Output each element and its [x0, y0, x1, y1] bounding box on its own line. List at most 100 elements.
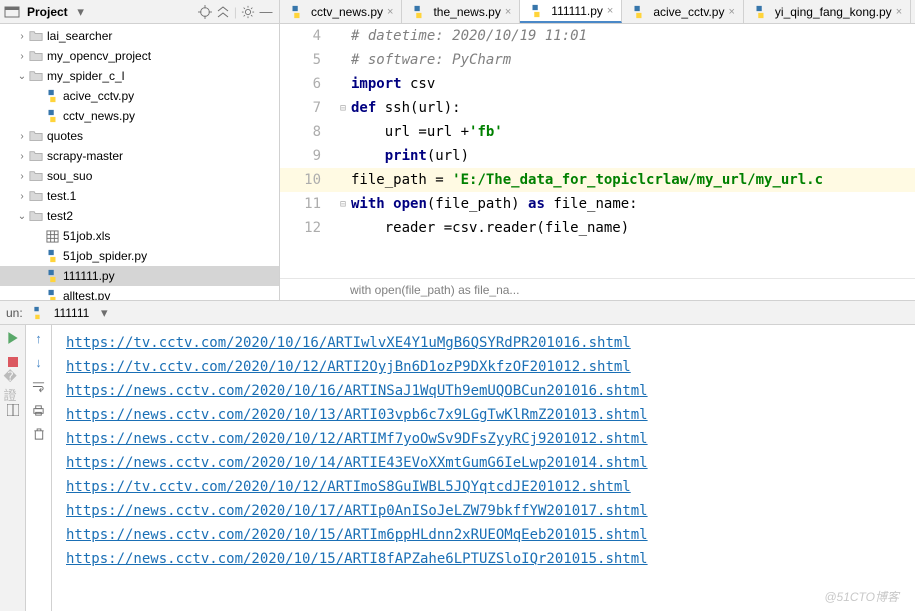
code-line[interactable]: 12 reader =csv.reader(file_name)	[280, 216, 915, 240]
up-icon[interactable]: ↑	[30, 329, 48, 347]
tree-label: my_spider_c_l	[47, 69, 124, 83]
run-label: un:	[6, 306, 23, 320]
tree-item-test-1[interactable]: ›test.1	[0, 186, 279, 206]
code-line[interactable]: 9 print(url)	[280, 144, 915, 168]
code-line[interactable]: 10file_path = 'E:/The_data_for_topiclcrl…	[280, 168, 915, 192]
python-file-icon	[44, 288, 60, 300]
tree-label: scrapy-master	[47, 149, 123, 163]
trash-icon[interactable]	[30, 425, 48, 443]
tree-item-my-opencv-project[interactable]: › my_opencv_project	[0, 46, 279, 66]
expand-arrow[interactable]: ›	[16, 131, 28, 142]
tree-item-my-spider-c-l[interactable]: ⌄ my_spider_c_l	[0, 66, 279, 86]
hide-icon[interactable]: —	[257, 3, 275, 21]
expand-arrow[interactable]: ›	[16, 31, 28, 42]
line-number: 9	[280, 148, 335, 164]
code-text: # software: PyCharm	[351, 52, 511, 68]
rerun-icon[interactable]	[4, 329, 22, 347]
line-number: 5	[280, 52, 335, 68]
expand-arrow[interactable]: ›	[16, 171, 28, 182]
tree-item-alltest-py[interactable]: alltest.py	[0, 286, 279, 300]
tree-label: my_opencv_project	[47, 49, 151, 63]
code-line[interactable]: 8 url =url +'fb'	[280, 120, 915, 144]
python-file-icon	[410, 4, 426, 20]
line-number: 4	[280, 28, 335, 44]
close-icon[interactable]: ×	[896, 6, 902, 18]
soft-wrap-icon[interactable]	[30, 377, 48, 395]
tab-cctv-news-py[interactable]: cctv_news.py ×	[280, 0, 402, 23]
tree-label: sou_suo	[47, 169, 92, 183]
output-link[interactable]: https://tv.cctv.com/2020/10/12/ARTI2OyjB…	[66, 359, 631, 375]
output-link[interactable]: https://news.cctv.com/2020/10/16/ARTINSa…	[66, 383, 648, 399]
fold-mark[interactable]: ⊟	[335, 199, 351, 210]
output-link[interactable]: https://tv.cctv.com/2020/10/12/ARTImoS8G…	[66, 479, 631, 495]
python-file-icon	[752, 4, 768, 20]
tree-item-cctv-news-py[interactable]: cctv_news.py	[0, 106, 279, 126]
console-output[interactable]: https://tv.cctv.com/2020/10/16/ARTIwlvXE…	[52, 325, 915, 611]
expand-arrow[interactable]: ›	[16, 51, 28, 62]
output-link[interactable]: https://news.cctv.com/2020/10/13/ARTI03v…	[66, 407, 648, 423]
restart-icon[interactable]: �證	[4, 377, 22, 395]
code-line[interactable]: 5 # software: PyCharm	[280, 48, 915, 72]
tree-label: quotes	[47, 129, 83, 143]
project-tree-body[interactable]: ›lai_searcher›my_opencv_project⌄my_spide…	[0, 24, 279, 300]
tab-label: the_news.py	[433, 5, 500, 19]
xls-file-icon	[44, 228, 60, 244]
tab-label: cctv_news.py	[311, 5, 383, 19]
tree-item-sou-suo[interactable]: › sou_suo	[0, 166, 279, 186]
expand-arrow[interactable]: ⌄	[16, 211, 28, 222]
output-link[interactable]: https://news.cctv.com/2020/10/14/ARTIE43…	[66, 455, 648, 471]
layout-icon[interactable]	[4, 401, 22, 419]
output-link[interactable]: https://news.cctv.com/2020/10/12/ARTIMf7…	[66, 431, 648, 447]
close-icon[interactable]: ×	[728, 6, 734, 18]
collapse-icon[interactable]	[214, 3, 232, 21]
expand-arrow[interactable]: ⌄	[16, 71, 28, 82]
fold-mark[interactable]: ⊟	[335, 103, 351, 114]
tree-item-51job-spider-py[interactable]: 51job_spider.py	[0, 246, 279, 266]
gear-icon[interactable]	[239, 3, 257, 21]
python-file-icon	[528, 3, 544, 19]
project-tree-header: Project ▾ | —	[0, 0, 279, 24]
tab-111111-py[interactable]: 111111.py×	[520, 0, 622, 23]
line-number: 12	[280, 220, 335, 236]
python-file-icon	[630, 4, 646, 20]
output-link[interactable]: https://tv.cctv.com/2020/10/16/ARTIwlvXE…	[66, 335, 631, 351]
tree-item-scrapy-master[interactable]: › scrapy-master	[0, 146, 279, 166]
down-icon[interactable]: ↓	[30, 353, 48, 371]
breadcrumb[interactable]: with open(file_path) as file_na...	[280, 278, 915, 300]
close-icon[interactable]: ×	[387, 6, 393, 18]
code-text: reader =csv.reader(file_name)	[351, 220, 629, 236]
code-line[interactable]: 11⊟with open(file_path) as file_name:	[280, 192, 915, 216]
close-icon[interactable]: ×	[607, 5, 613, 17]
chevron-down-icon[interactable]: ▾	[95, 304, 113, 322]
tab-the-news-py[interactable]: the_news.py ×	[402, 0, 520, 23]
expand-arrow[interactable]: ›	[16, 191, 28, 202]
folder-icon	[28, 68, 44, 84]
chevron-down-icon[interactable]: ▾	[72, 3, 90, 21]
tree-item-111111-py[interactable]: 111111.py	[0, 266, 279, 286]
tab-acive-cctv-py[interactable]: acive_cctv.py×	[622, 0, 744, 23]
tree-item-lai-searcher[interactable]: ›lai_searcher	[0, 26, 279, 46]
tab-yi-qing-fang-kong-py[interactable]: yi_qing_fang_kong.py×	[744, 0, 911, 23]
output-link[interactable]: https://news.cctv.com/2020/10/15/ARTI8fA…	[66, 551, 648, 567]
output-link[interactable]: https://news.cctv.com/2020/10/17/ARTIp0A…	[66, 503, 648, 519]
code-line[interactable]: 7⊟def ssh(url):	[280, 96, 915, 120]
target-icon[interactable]	[196, 3, 214, 21]
watermark: @51CTO博客	[824, 588, 899, 605]
run-config-name[interactable]: 111111	[54, 306, 90, 320]
close-icon[interactable]: ×	[505, 6, 511, 18]
tree-item-51job-xls[interactable]: 51job.xls	[0, 226, 279, 246]
line-number: 10	[280, 172, 335, 188]
run-panel: un: 111111 ▾ �證 ↑ ↓	[0, 300, 915, 611]
tree-item-test2[interactable]: ⌄test2	[0, 206, 279, 226]
code-editor[interactable]: 4# datetime: 2020/10/19 11:01 5 # software…	[280, 24, 915, 278]
code-line[interactable]: 4# datetime: 2020/10/19 11:01	[280, 24, 915, 48]
print-icon[interactable]	[30, 401, 48, 419]
code-text: import csv	[351, 76, 435, 92]
output-link[interactable]: https://news.cctv.com/2020/10/15/ARTIm6p…	[66, 527, 648, 543]
console-line: https://news.cctv.com/2020/10/13/ARTI03v…	[66, 403, 915, 427]
tree-item-quotes[interactable]: › quotes	[0, 126, 279, 146]
python-icon	[29, 305, 45, 321]
code-line[interactable]: 6import csv	[280, 72, 915, 96]
tree-item-acive-cctv-py[interactable]: acive_cctv.py	[0, 86, 279, 106]
expand-arrow[interactable]: ›	[16, 151, 28, 162]
